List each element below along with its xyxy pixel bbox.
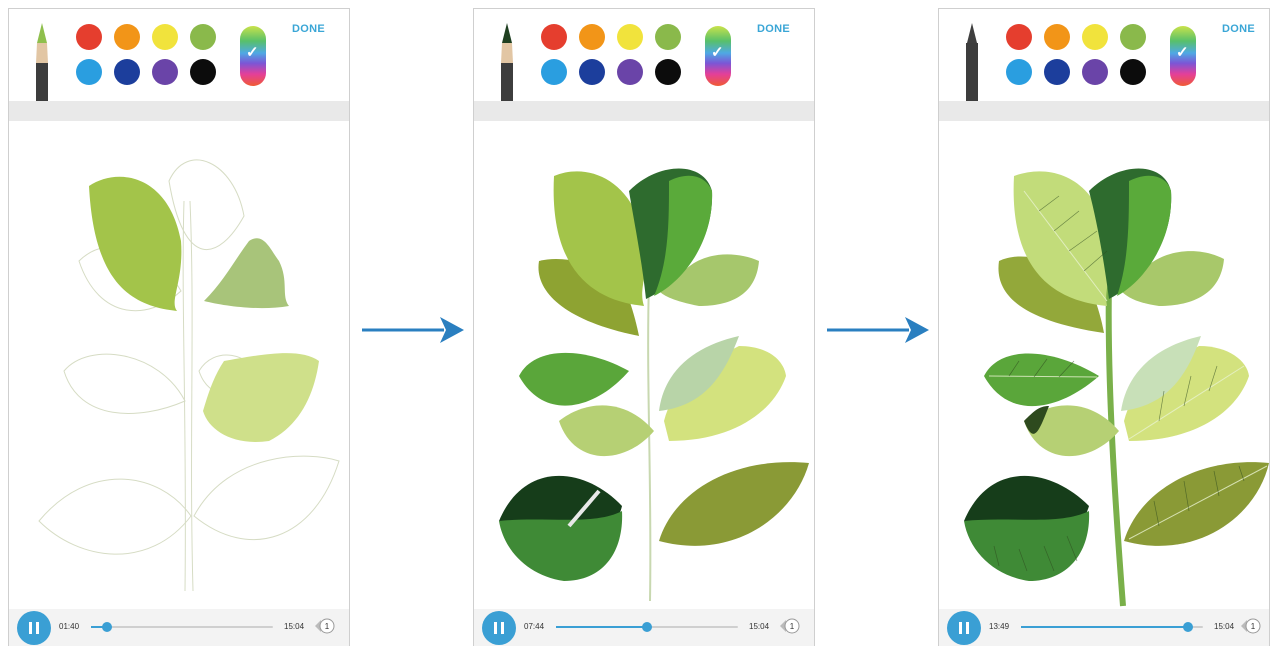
color-swatch-purple[interactable] <box>152 59 178 85</box>
color-swatch-navy[interactable] <box>114 59 140 85</box>
color-picker-button[interactable]: ✓ <box>1170 26 1196 86</box>
current-time: 01:40 <box>59 622 80 631</box>
drawing-canvas[interactable] <box>939 121 1269 611</box>
drawing-canvas[interactable] <box>9 121 349 611</box>
pause-icon <box>29 622 32 634</box>
pen-icon[interactable] <box>963 23 981 105</box>
pause-button[interactable] <box>482 611 516 645</box>
playback-progress <box>556 626 647 628</box>
playback-speed-icon[interactable]: 1 <box>1239 617 1261 635</box>
pen-icon[interactable] <box>33 23 51 105</box>
speed-label: 1 <box>325 622 330 631</box>
color-swatch-green[interactable] <box>190 24 216 50</box>
playback-bar: 01:40 15:04 1 <box>9 609 349 646</box>
playback-bar: 07:44 15:04 1 <box>474 609 814 646</box>
slider-handle[interactable] <box>102 622 113 632</box>
current-time: 07:44 <box>524 622 545 631</box>
slider-handle[interactable] <box>642 622 652 632</box>
current-time: 13:49 <box>989 622 1010 631</box>
check-icon: ✓ <box>711 44 724 61</box>
total-time: 15:04 <box>749 622 770 631</box>
total-time: 15:04 <box>1214 622 1235 631</box>
page-indicator <box>141 91 153 104</box>
color-swatch-yellow[interactable] <box>152 24 178 50</box>
color-picker-button[interactable]: ✓ <box>240 26 266 86</box>
pause-button[interactable] <box>947 611 981 645</box>
color-swatch-red[interactable] <box>76 24 102 50</box>
drawing-canvas[interactable] <box>474 121 814 611</box>
done-button[interactable]: DONE <box>757 23 790 35</box>
color-swatch-light-blue[interactable] <box>76 59 102 85</box>
playback-bar: 13:49 15:04 1 <box>939 609 1269 646</box>
pen-icon[interactable] <box>498 23 516 105</box>
pause-icon <box>494 622 497 634</box>
slider-handle[interactable] <box>1183 622 1194 632</box>
done-button[interactable]: DONE <box>1222 23 1255 35</box>
pen-toolbar: ✓ DONE <box>939 9 1269 105</box>
pen-toolbar: ✓ DONE <box>9 9 349 104</box>
color-swatch-green[interactable] <box>1120 24 1146 50</box>
speed-label: 1 <box>790 622 795 631</box>
screen-1: ✓ DONE 01:40 15:04 1 <box>8 8 350 646</box>
speed-label: 1 <box>1251 622 1256 631</box>
color-picker-button[interactable]: ✓ <box>705 26 731 86</box>
toolbar-divider <box>474 101 814 121</box>
arrow-right-icon <box>362 317 464 343</box>
pause-icon <box>959 622 962 634</box>
page-indicator <box>606 91 618 104</box>
total-time: 15:04 <box>284 622 305 631</box>
done-button[interactable]: DONE <box>292 23 325 35</box>
color-swatch-orange[interactable] <box>114 24 140 50</box>
toolbar-divider <box>9 101 349 121</box>
color-swatch-navy[interactable] <box>579 59 605 85</box>
playback-speed-icon[interactable]: 1 <box>313 617 335 635</box>
pen-toolbar: ✓ DONE <box>474 9 814 104</box>
color-swatch-black[interactable] <box>1120 59 1146 85</box>
color-swatch-red[interactable] <box>541 24 567 50</box>
playback-slider[interactable] <box>1021 622 1203 632</box>
color-swatch-yellow[interactable] <box>617 24 643 50</box>
playback-speed-icon[interactable]: 1 <box>778 617 800 635</box>
color-swatch-yellow[interactable] <box>1082 24 1108 50</box>
color-swatch-purple[interactable] <box>1082 59 1108 85</box>
page-indicator <box>1071 91 1083 104</box>
color-swatch-light-blue[interactable] <box>1006 59 1032 85</box>
color-swatch-black[interactable] <box>190 59 216 85</box>
playback-slider[interactable] <box>556 622 738 632</box>
color-swatch-orange[interactable] <box>579 24 605 50</box>
color-swatch-orange[interactable] <box>1044 24 1070 50</box>
color-swatch-red[interactable] <box>1006 24 1032 50</box>
color-swatch-green[interactable] <box>655 24 681 50</box>
playback-slider[interactable] <box>91 622 273 632</box>
color-swatch-black[interactable] <box>655 59 681 85</box>
arrow-right-icon <box>827 317 929 343</box>
color-swatch-purple[interactable] <box>617 59 643 85</box>
screen-3: ✓ DONE 13:49 15:04 1 <box>938 8 1270 646</box>
toolbar-divider <box>939 101 1269 121</box>
check-icon: ✓ <box>1176 44 1189 61</box>
playback-progress <box>1021 626 1189 628</box>
screen-2: ✓ DONE 07:44 15:04 1 <box>473 8 815 646</box>
pause-button[interactable] <box>17 611 51 645</box>
color-swatch-navy[interactable] <box>1044 59 1070 85</box>
color-swatch-light-blue[interactable] <box>541 59 567 85</box>
check-icon: ✓ <box>246 44 259 61</box>
